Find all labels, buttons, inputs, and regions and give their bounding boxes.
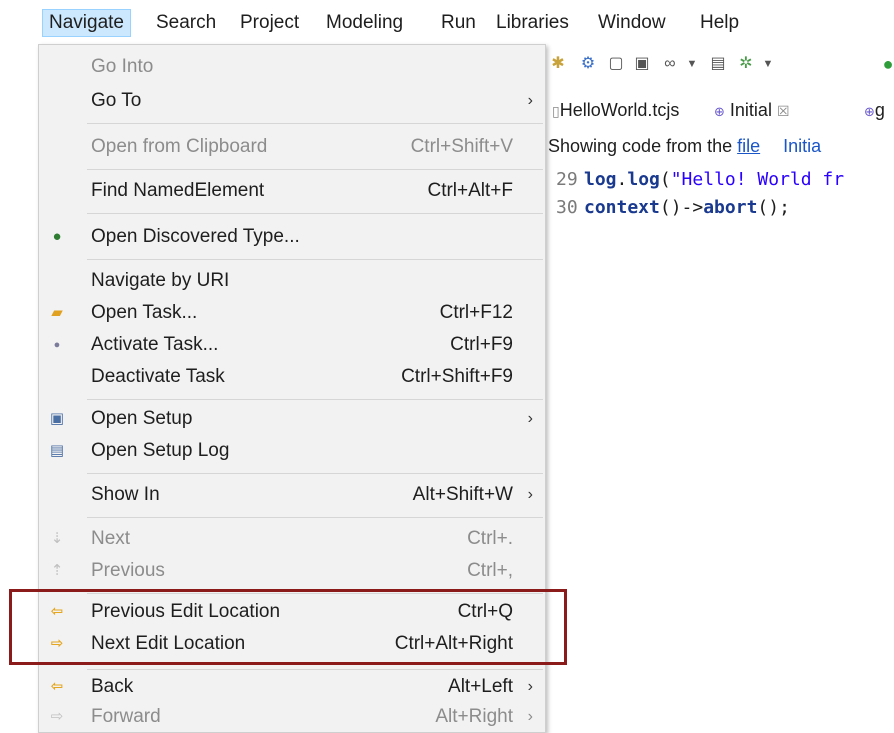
menu-item-previous[interactable]: ⇡ Previous Ctrl+,	[39, 555, 545, 587]
menu-search[interactable]: Search	[150, 9, 222, 37]
code-source-info: Showing code from the file Initia	[548, 136, 822, 156]
page-icon[interactable]: ▣	[632, 54, 652, 74]
toolbar: ✱ ⚙ ▢ ▣ ∞ ▼ ▤ ✲ ▼ ●	[548, 50, 894, 80]
menu-separator	[87, 517, 543, 518]
menu-item-navigate-by-uri[interactable]: Navigate by URI	[39, 265, 545, 297]
back-arrow-icon: ⇦	[50, 678, 64, 695]
menu-item-open-task[interactable]: ▰ Open Task... Ctrl+F12	[39, 297, 545, 329]
menu-item-open-from-clipboard[interactable]: Open from Clipboard Ctrl+Shift+V	[39, 131, 545, 163]
menu-item-forward[interactable]: ⇨ Forward Alt+Right ›	[39, 701, 545, 733]
setup-icon: ▣	[49, 410, 65, 427]
close-icon[interactable]: ☒	[777, 103, 790, 119]
menu-separator	[87, 259, 543, 260]
menu-navigate[interactable]: Navigate	[42, 9, 131, 37]
highlight-box	[9, 589, 567, 665]
tab-helloworld[interactable]: ▯HelloWorld.tcjs	[552, 96, 679, 124]
menu-separator	[87, 399, 543, 400]
setup-log-icon: ▤	[49, 442, 65, 459]
menu-separator	[87, 169, 543, 170]
editor-tabs: ▯HelloWorld.tcjs ⊕ Initial ☒ ⊕g	[548, 92, 894, 126]
initial-link[interactable]: Initia	[783, 136, 821, 156]
menu-item-deactivate-task[interactable]: Deactivate Task Ctrl+Shift+F9	[39, 361, 545, 393]
clipboard-icon[interactable]: ▤	[708, 54, 728, 74]
run-icon[interactable]: ●	[878, 54, 894, 74]
menu-item-open-discovered-type[interactable]: ● Open Discovered Type...	[39, 221, 545, 253]
menu-separator	[87, 473, 543, 474]
menu-separator	[87, 669, 543, 670]
element-icon: ⊕	[714, 104, 725, 119]
menu-libraries[interactable]: Libraries	[490, 9, 575, 37]
tab-initial[interactable]: ⊕ Initial ☒	[714, 96, 790, 124]
submenu-arrow-icon: ›	[527, 678, 533, 695]
code-line: 30 context()->abort();	[556, 197, 790, 218]
next-annotation-icon: ⇣	[50, 530, 64, 547]
menu-run[interactable]: Run	[435, 9, 482, 37]
globe-icon: ●	[52, 228, 62, 245]
element-icon: ⊕	[864, 104, 875, 119]
build-icon[interactable]: ⚙	[578, 54, 598, 74]
code-editor[interactable]: 29 log.log("Hello! World fr 30 context()->…	[556, 166, 844, 222]
debug-icon[interactable]: ✲	[736, 54, 756, 74]
tab-g[interactable]: ⊕g	[864, 96, 885, 124]
menu-window[interactable]: Window	[592, 9, 672, 37]
code-line: 29 log.log("Hello! World fr	[556, 169, 845, 190]
chevron-down-icon[interactable]: ▼	[682, 54, 702, 74]
menu-help[interactable]: Help	[694, 9, 745, 37]
submenu-arrow-icon: ›	[527, 92, 533, 109]
menu-bar: Navigate Search Project Modeling Run Lib…	[0, 0, 894, 44]
menu-item-show-in[interactable]: Show In Alt+Shift+W ›	[39, 479, 545, 511]
submenu-arrow-icon: ›	[527, 708, 533, 725]
glasses-icon[interactable]: ∞	[660, 54, 680, 74]
folder-open-icon: ▰	[51, 304, 63, 321]
forward-arrow-icon: ⇨	[50, 708, 64, 725]
file-link[interactable]: file	[737, 136, 760, 156]
file-icon: ▯	[552, 103, 560, 119]
submenu-arrow-icon: ›	[527, 410, 533, 427]
copy-icon[interactable]: ▢	[606, 54, 626, 74]
chevron-down-icon[interactable]: ▼	[758, 54, 778, 74]
menu-separator	[87, 123, 543, 124]
previous-annotation-icon: ⇡	[50, 562, 64, 579]
wand-icon[interactable]: ✱	[548, 54, 568, 74]
menu-item-find-named-element[interactable]: Find NamedElement Ctrl+Alt+F	[39, 175, 545, 207]
menu-separator	[87, 213, 543, 214]
menu-item-open-setup-log[interactable]: ▤ Open Setup Log	[39, 435, 545, 467]
menu-item-open-setup[interactable]: ▣ Open Setup ›	[39, 403, 545, 435]
menu-project[interactable]: Project	[234, 9, 305, 37]
menu-modeling[interactable]: Modeling	[320, 9, 409, 37]
menu-item-go-to[interactable]: Go To ›	[39, 85, 545, 117]
menu-item-back[interactable]: ⇦ Back Alt+Left ›	[39, 671, 545, 703]
menu-item-go-into[interactable]: Go Into	[39, 51, 545, 83]
submenu-arrow-icon: ›	[527, 486, 533, 503]
menu-item-next[interactable]: ⇣ Next Ctrl+.	[39, 523, 545, 555]
task-dot-icon: ●	[53, 339, 61, 351]
menu-item-activate-task[interactable]: ● Activate Task... Ctrl+F9	[39, 329, 545, 361]
